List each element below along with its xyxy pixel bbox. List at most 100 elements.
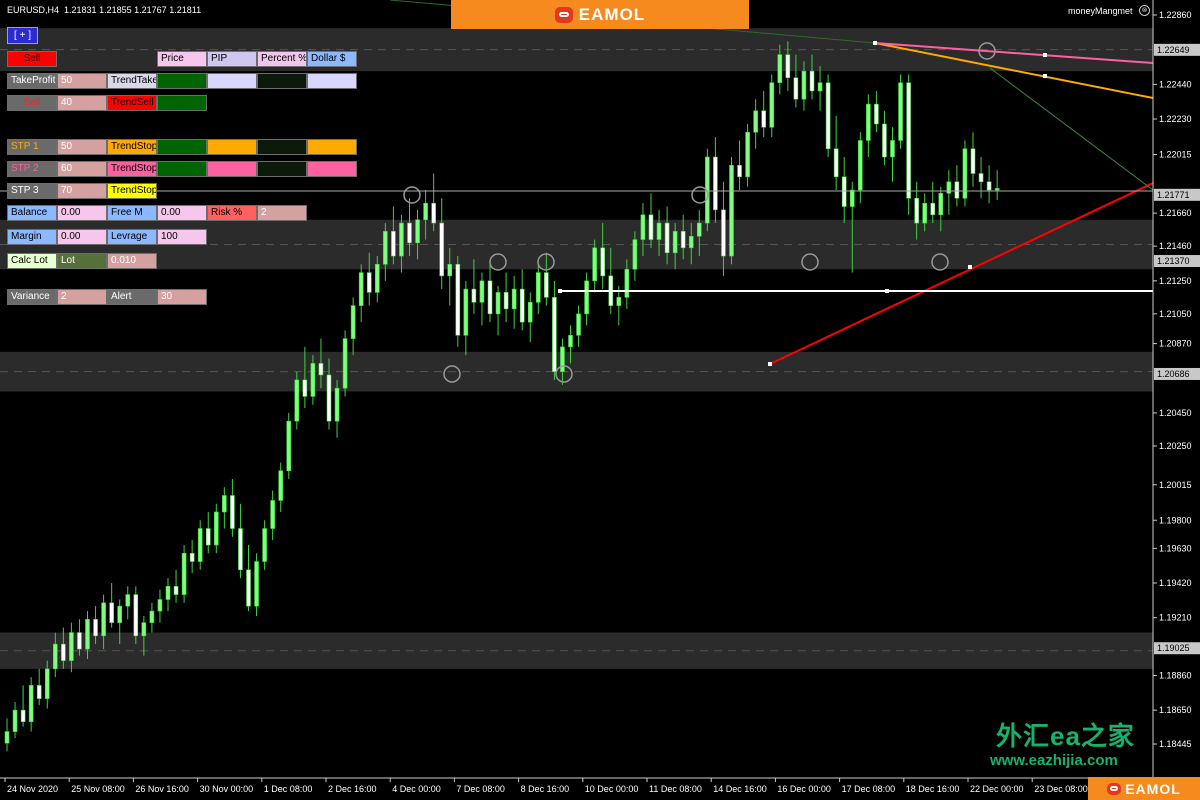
candle-body [680, 231, 686, 249]
sell-button[interactable]: Sell [7, 51, 57, 67]
price-tag-label: 1.21771 [1157, 190, 1190, 200]
balance-label: Balance [7, 205, 57, 221]
pip-tab[interactable]: PIP [207, 51, 257, 67]
stp2-input[interactable]: 60 [57, 161, 107, 177]
candle-body [898, 82, 903, 141]
variance-label: Variance [7, 289, 57, 305]
line-handle [558, 289, 562, 293]
candle-body [560, 346, 565, 372]
close-icon[interactable]: ⊗ [1139, 5, 1150, 16]
price-tick-label: 1.18860 [1159, 670, 1192, 680]
price-tag-label: 1.22649 [1157, 45, 1190, 55]
candle-body [914, 197, 919, 224]
stp2-color-4[interactable] [307, 161, 357, 177]
candle-body [407, 222, 412, 244]
leverage-label: Levrage [107, 229, 157, 245]
candle-body [238, 528, 243, 571]
stp2-color-3[interactable] [257, 161, 307, 177]
variance-input[interactable]: 2 [57, 289, 107, 305]
candle-body [20, 709, 26, 723]
trendstop1-button[interactable]: TrendStop [107, 139, 157, 155]
time-tick-label: 8 Dec 16:00 [521, 784, 570, 794]
stp3-label: STP 3 [7, 183, 57, 199]
candle-body [36, 685, 42, 699]
watermark-cn: 外汇ea之家 [996, 721, 1135, 751]
percent-tab[interactable]: Percent % [257, 51, 307, 67]
sell-input[interactable]: 40 [57, 95, 107, 111]
trendtake-color-3[interactable] [257, 73, 307, 89]
candle-body [857, 140, 863, 191]
risk-input[interactable]: 2 [257, 205, 307, 221]
stp1-color-3[interactable] [257, 139, 307, 155]
trendsell-color[interactable] [157, 95, 207, 111]
swing-marker [403, 186, 421, 204]
candle-body [222, 495, 227, 513]
alert-input[interactable]: 30 [157, 289, 207, 305]
price-chart[interactable]: 1.22860 1.22440 1.22230 1.22015 1.21660 1.214… [0, 0, 1200, 800]
price-tick-label: 1.20250 [1159, 441, 1192, 451]
candle-body [93, 619, 98, 637]
panel-toggle-button[interactable]: [ + ] [7, 27, 38, 44]
leverage-value[interactable]: 100 [157, 229, 207, 245]
stp1-input[interactable]: 50 [57, 139, 107, 155]
candle-body [52, 643, 58, 670]
time-tick-label: 18 Dec 16:00 [906, 784, 960, 794]
trendtake-color-1[interactable] [157, 73, 207, 89]
price-tab[interactable]: Price [157, 51, 207, 67]
candle-body [463, 288, 469, 336]
time-tick-label: 4 Dec 00:00 [392, 784, 441, 794]
candle-body [777, 54, 783, 83]
candle-body [109, 602, 114, 623]
freemargin-label: Free M [107, 205, 157, 221]
line-handle [1043, 53, 1047, 57]
trendsell-button[interactable]: TrendSell [107, 95, 157, 111]
ohlc-close: 1.21811 [169, 5, 202, 15]
freemargin-value: 0.00 [157, 205, 207, 221]
calc-lot-button[interactable]: Calc Lot [7, 253, 57, 269]
price-tick-label: 1.22230 [1159, 114, 1192, 124]
candle-body [342, 338, 348, 389]
candle-body [141, 622, 147, 637]
trendstop2-button[interactable]: TrendStop [107, 161, 157, 177]
balance-value: 0.00 [57, 205, 107, 221]
candle-body [866, 103, 871, 141]
trendtake-color-4[interactable] [307, 73, 357, 89]
brand-name: EAMOL [578, 4, 646, 24]
price-tick-label: 1.18650 [1159, 705, 1192, 715]
robot-icon [1107, 782, 1122, 795]
brand-badge: EAMOL [1088, 777, 1200, 800]
stp1-color-4[interactable] [307, 139, 357, 155]
candle-body [230, 495, 235, 529]
axes: 1.22860 1.22440 1.22230 1.22015 1.21660 1.214… [0, 0, 1200, 794]
stp3-input[interactable]: 70 [57, 183, 107, 199]
candle-body [656, 222, 662, 240]
stp2-color-1[interactable] [157, 161, 207, 177]
time-tick-label: 7 Dec 08:00 [456, 784, 505, 794]
candle-body [672, 231, 678, 254]
stp2-color-2[interactable] [207, 161, 257, 177]
price-tag-label: 1.19025 [1157, 643, 1190, 653]
candle-body [664, 222, 670, 254]
takeprofit-input[interactable]: 50 [57, 73, 107, 89]
line-handle [885, 289, 889, 293]
ohlc-open: 1.21831 [64, 5, 97, 15]
candle-body [930, 202, 936, 216]
candle-body [302, 379, 308, 397]
candle-body [511, 288, 517, 310]
dollar-tab[interactable]: Dollar $ [307, 51, 357, 67]
trendtake-button[interactable]: TrendTake [107, 73, 157, 89]
candle-body [69, 632, 74, 661]
stp1-color-1[interactable] [157, 139, 207, 155]
candle-body [737, 164, 742, 178]
price-tick-label: 1.22015 [1159, 150, 1192, 160]
candle-body [391, 231, 396, 257]
candle-body [455, 264, 461, 336]
stp1-color-2[interactable] [207, 139, 257, 155]
candle-body [825, 82, 831, 150]
trendtake-color-2[interactable] [207, 73, 257, 89]
trendstop3-button[interactable]: TrendStop [107, 183, 157, 199]
time-tick-label: 14 Dec 16:00 [713, 784, 767, 794]
candle-body [423, 202, 428, 221]
candle-body [278, 470, 284, 501]
candle-body [157, 599, 163, 612]
